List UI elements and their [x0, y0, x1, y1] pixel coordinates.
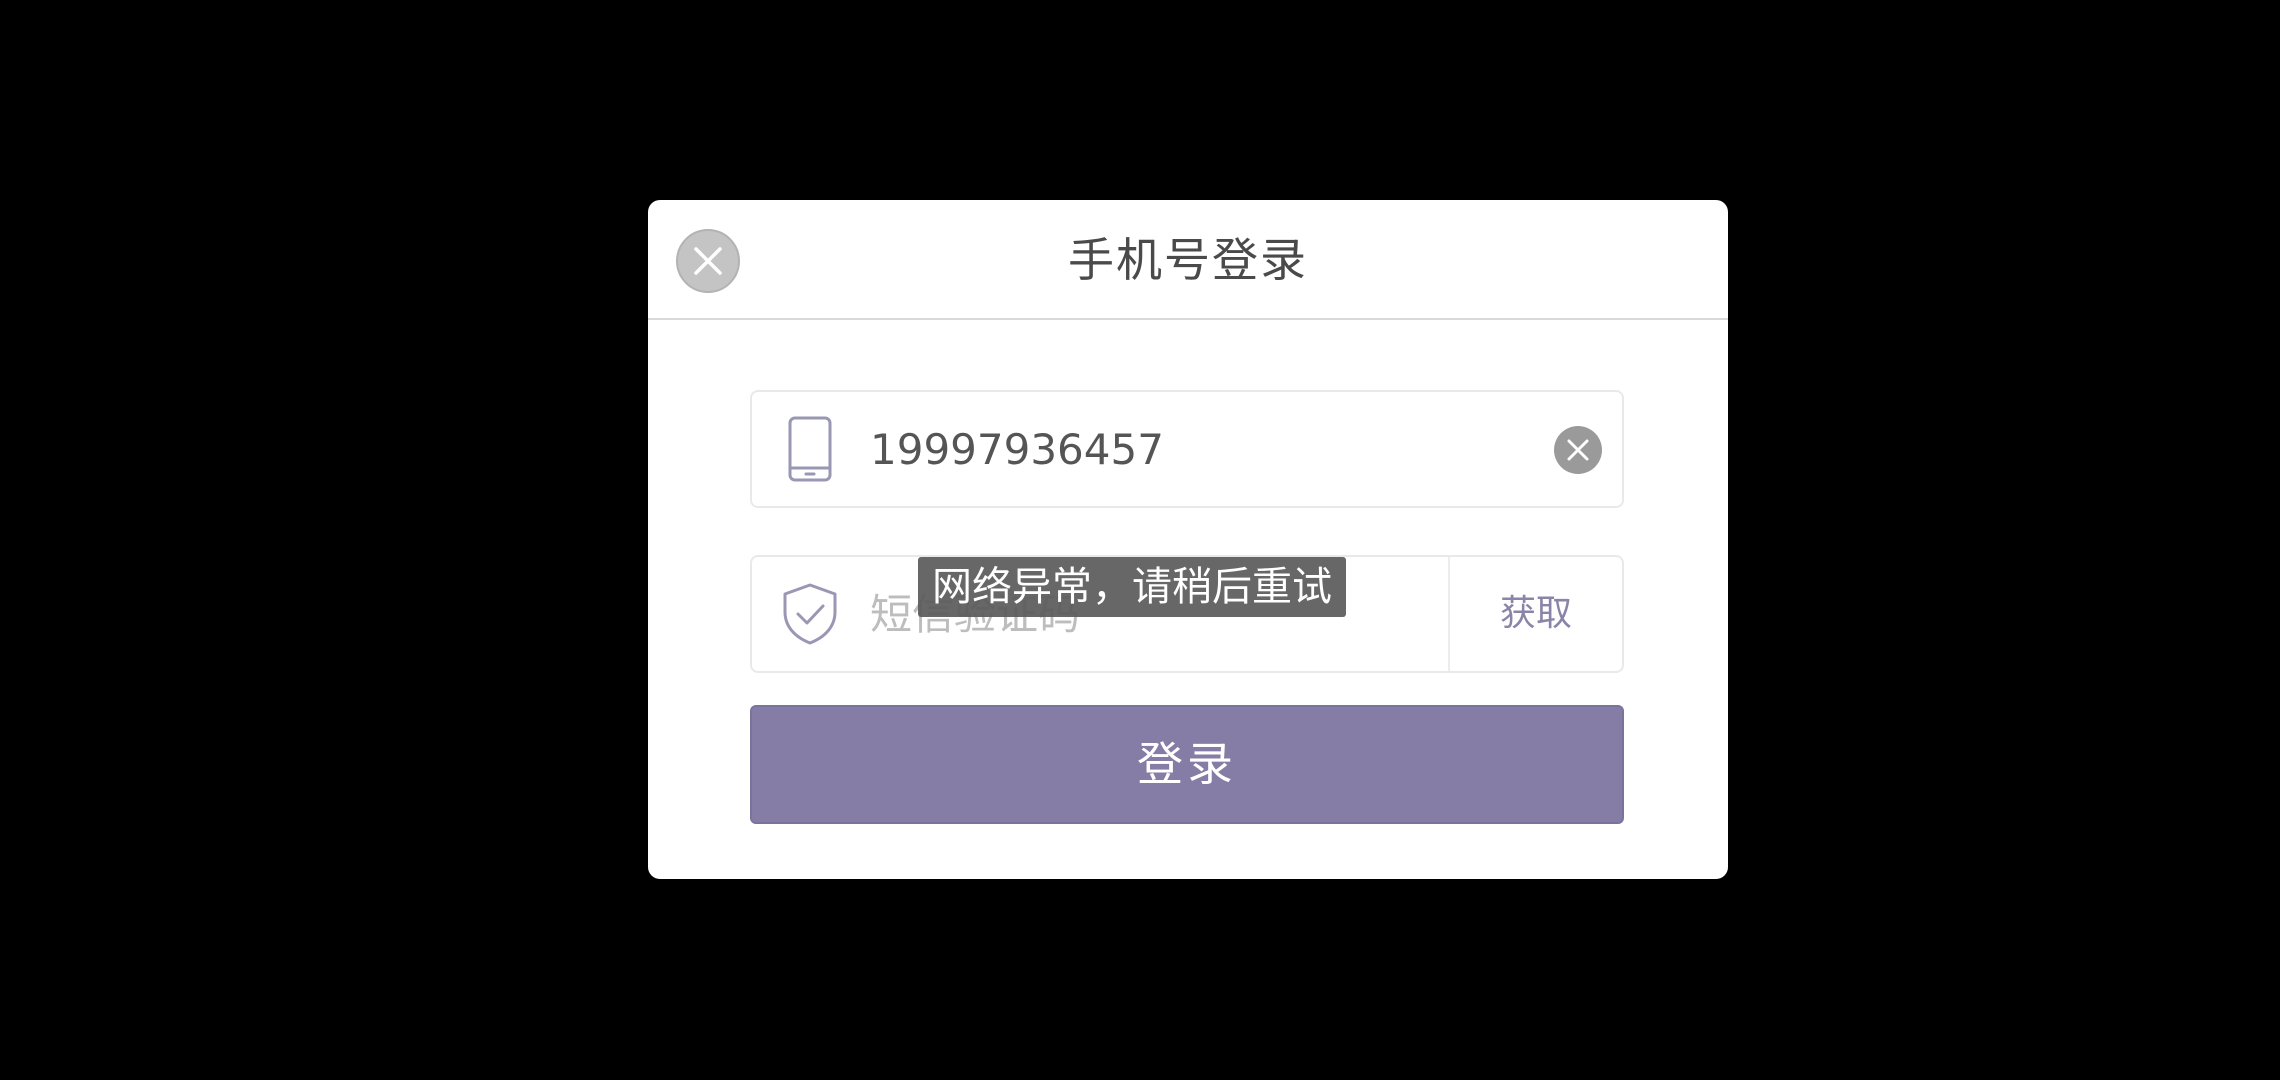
phone-field [750, 390, 1624, 508]
get-code-button[interactable]: 获取 [1450, 557, 1622, 671]
phone-input[interactable] [870, 392, 1530, 506]
login-button[interactable]: 登录 [750, 705, 1624, 824]
error-toast: 网络异常，请稍后重试 [918, 557, 1346, 617]
login-dialog: 手机号登录 19997936457 短信验证码 获取 登录 [648, 200, 1728, 879]
dialog-header: 手机号登录 [648, 200, 1728, 320]
phone-icon [780, 414, 840, 484]
shield-check-icon [780, 579, 840, 649]
clear-icon [1567, 439, 1589, 461]
screen-backdrop: 手机号登录 19997936457 短信验证码 获取 登录 网络异常，请稍后重试 [0, 0, 2280, 1080]
clear-phone-button[interactable] [1554, 426, 1602, 474]
dialog-title: 手机号登录 [1068, 233, 1308, 287]
